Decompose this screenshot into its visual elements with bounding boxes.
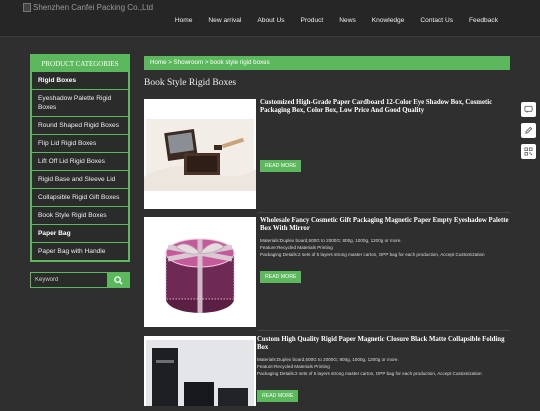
logo-alt-text: Shenzhen Canfei Packing Co.,Ltd — [33, 3, 154, 12]
chat-icon — [524, 105, 533, 114]
page-title: Book Style Rigid Boxes — [144, 78, 237, 88]
nav-home[interactable]: Home — [175, 17, 193, 24]
header-divider — [0, 36, 540, 37]
eyeshadow-box-photo — [144, 99, 256, 209]
edit-button[interactable] — [521, 123, 536, 138]
nav-about-us[interactable]: About Us — [257, 17, 284, 24]
nav-new-arrival[interactable]: New arrival — [208, 17, 241, 24]
search-icon — [113, 275, 123, 285]
product-card-2: Wholesale Fancy Cosmetic Gift Packaging … — [144, 217, 510, 327]
read-more-button-1[interactable]: READ MORE — [260, 160, 302, 172]
read-more-button-2[interactable]: READ MORE — [260, 270, 302, 283]
chat-button[interactable] — [521, 102, 536, 117]
sidebar-item-flip-lid[interactable]: Flip Lid Rigid Boxes — [32, 135, 128, 153]
product-info-3: Custom High Quality Rigid Paper Magnetic… — [257, 336, 507, 402]
floating-toolbar — [521, 102, 536, 165]
qr-code-icon — [524, 147, 533, 156]
product-image-2[interactable] — [144, 217, 256, 327]
product-spec-3-materials: Materials:Duplex board,500G to 2000G; 80… — [257, 357, 399, 362]
qr-code-button[interactable] — [521, 144, 536, 159]
company-logo[interactable]: Shenzhen Canfei Packing Co.,Ltd — [23, 3, 153, 12]
read-more-button-3[interactable]: READ MORE — [257, 389, 299, 402]
product-title-2[interactable]: Wholesale Fancy Cosmetic Gift Packaging … — [260, 217, 510, 233]
sidebar-item-collapsible[interactable]: Collapsible Rigid Gift Boxes — [32, 189, 128, 207]
top-header: Shenzhen Canfei Packing Co.,Ltd Home New… — [0, 0, 540, 36]
product-title-1[interactable]: Customized High-Grade Paper Cardboard 12… — [260, 99, 510, 115]
sidebar-item-rigid-boxes[interactable]: Rigid Boxes — [32, 72, 128, 90]
sidebar-item-round-shaped[interactable]: Round Shaped Rigid Boxes — [32, 117, 128, 135]
sidebar-item-paper-bag-handle[interactable]: Paper Bag with Handle — [32, 243, 128, 260]
edit-icon — [525, 126, 533, 134]
search-button[interactable] — [107, 273, 129, 287]
product-title-3[interactable]: Custom High Quality Rigid Paper Magnetic… — [257, 336, 507, 352]
round-box-photo — [144, 217, 256, 327]
sidebar-item-eyeshadow-palette[interactable]: Eyeshadow Palette Rigid Boxes — [32, 90, 128, 117]
product-image-1[interactable] — [144, 99, 256, 209]
main-nav: Home New arrival About Us Product News K… — [159, 17, 498, 24]
product-spec-3-feature: Feature:Recycled Materials Printing — [257, 364, 330, 370]
sidebar-item-book-style[interactable]: Book Style Rigid Boxes — [32, 207, 128, 225]
sidebar-item-lift-off-lid[interactable]: Lift Off Lid Rigid Boxes — [32, 153, 128, 171]
breadcrumb[interactable]: Home > Showroom > book style rigid boxes — [144, 56, 510, 70]
nav-knowledge[interactable]: Knowledge — [372, 17, 405, 24]
sidebar-item-paper-bag[interactable]: Paper Bag — [32, 225, 128, 243]
product-card-1: Customized High-Grade Paper Cardboard 12… — [144, 99, 510, 209]
search-box — [30, 272, 130, 288]
product-info-2: Wholesale Fancy Cosmetic Gift Packaging … — [260, 217, 510, 283]
nav-contact-us[interactable]: Contact Us — [420, 17, 453, 24]
product-spec-2-materials: Materials:Duplex board,500G to 2000G; 80… — [260, 238, 402, 243]
product-image-3[interactable] — [144, 336, 256, 406]
nav-news[interactable]: News — [339, 17, 356, 24]
product-info-1: Customized High-Grade Paper Cardboard 12… — [260, 99, 510, 172]
sidebar-title: PRODUCT CATEGORIES — [32, 56, 128, 72]
product-card-3: Custom High Quality Rigid Paper Magnetic… — [144, 336, 510, 406]
sidebar-item-base-sleeve[interactable]: Rigid Base and Sleeve Lid — [32, 171, 128, 189]
product-spec-2-packaging: Packaging Details:2 sets of 5 layers str… — [260, 252, 485, 258]
black-box-photo — [144, 336, 256, 406]
product-categories-sidebar: PRODUCT CATEGORIES Rigid Boxes Eyeshadow… — [30, 54, 130, 262]
product-spec-3-packaging: Packaging Details:2 sets of 5 layers str… — [257, 371, 482, 377]
product-divider — [258, 212, 510, 213]
nav-product[interactable]: Product — [301, 17, 324, 24]
product-divider — [258, 330, 510, 331]
nav-feedback[interactable]: Feedback — [469, 17, 498, 24]
search-input[interactable] — [31, 273, 107, 287]
product-spec-2-feature: Feature:Recycled Materials Printing — [260, 245, 333, 251]
broken-image-icon — [23, 3, 31, 12]
